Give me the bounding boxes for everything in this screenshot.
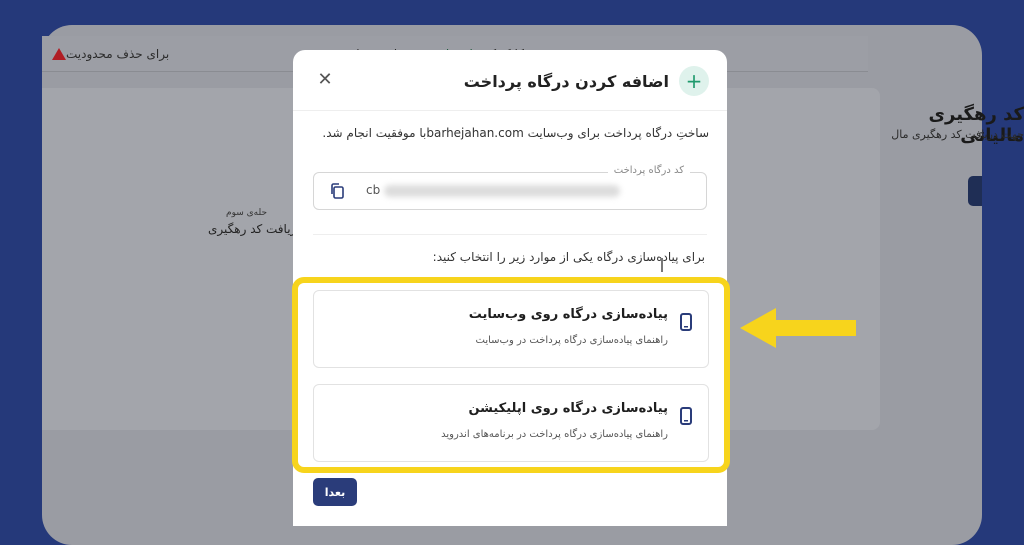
close-icon[interactable]: ✕ <box>315 70 335 90</box>
plus-icon: + <box>679 66 709 96</box>
gateway-code-field[interactable]: کد درگاه پرداخت cb <box>313 165 707 210</box>
add-gateway-modal: ✕ اضافه کردن درگاه پرداخت + ساختِ درگاه … <box>292 50 730 526</box>
text-cursor-icon <box>661 258 663 272</box>
option-website-description: راهنمای پیاده‌سازی درگاه پرداخت در وب‌سا… <box>475 335 669 346</box>
copy-icon[interactable] <box>330 183 344 199</box>
option-website[interactable]: پیاده‌سازی درگاه روی وب‌سایت راهنمای پیا… <box>313 290 709 368</box>
success-message: ساختِ درگاه پرداخت برای وب‌سایت barhejah… <box>322 126 709 140</box>
pointer-arrow-icon <box>740 308 856 348</box>
side-tab <box>968 176 982 206</box>
gateway-code-label: کد درگاه پرداخت <box>607 165 690 176</box>
section-divider <box>313 234 707 235</box>
background-step: ریافت کد رهگیری <box>208 222 297 236</box>
option-application[interactable]: پیاده‌سازی درگاه روی اپلیکیشن راهنمای پی… <box>313 384 709 462</box>
option-website-title: پیاده‌سازی درگاه روی وب‌سایت <box>468 307 668 322</box>
gateway-code-redacted <box>384 185 620 197</box>
background-step-label: حله‌ی سوم <box>226 208 268 218</box>
option-application-title: پیاده‌سازی درگاه روی اپلیکیشن <box>468 401 668 416</box>
warning-icon <box>52 47 66 60</box>
gateway-code-value: cb <box>366 183 381 197</box>
next-button[interactable]: بعدا <box>313 478 357 506</box>
background-subtitle: جهت دریافت کد رهگیری مال <box>891 128 1024 141</box>
alert-prefix: برای حذف محدودیت <box>66 46 170 61</box>
header-divider <box>293 110 727 111</box>
modal-header: ✕ اضافه کردن درگاه پرداخت + <box>311 64 709 98</box>
option-application-description: راهنمای پیاده‌سازی درگاه پرداخت در برنام… <box>441 429 668 440</box>
phone-icon <box>680 313 692 331</box>
phone-icon <box>680 407 692 425</box>
modal-title: اضافه کردن درگاه پرداخت <box>463 71 669 91</box>
choose-label: برای پیاده‌سازی درگاه یکی از موارد زیر ر… <box>432 250 705 264</box>
